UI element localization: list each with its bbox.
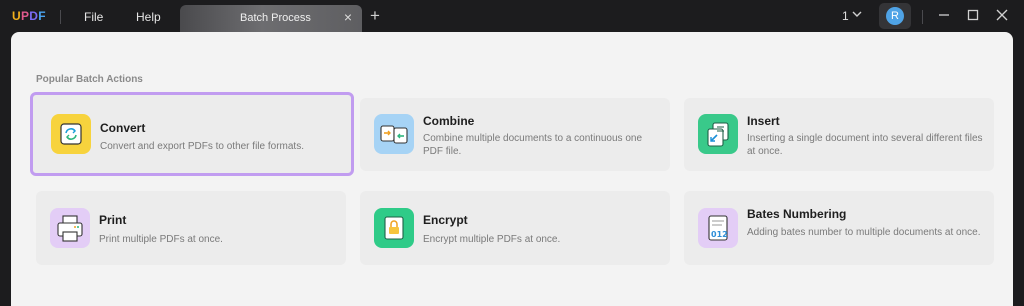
avatar: R [886, 7, 904, 25]
card-description: Print multiple PDFs at once. [99, 234, 223, 245]
maximize-icon[interactable] [966, 8, 980, 22]
convert-icon [51, 114, 91, 154]
divider [922, 10, 923, 24]
close-window-icon[interactable] [995, 8, 1009, 22]
card-title: Insert [747, 114, 780, 128]
combine-card[interactable]: Combine Combine multiple documents to a … [360, 98, 670, 171]
bates-numbering-icon: 012 [698, 208, 738, 248]
print-card[interactable]: Print Print multiple PDFs at once. [36, 191, 346, 265]
section-title: Popular Batch Actions [36, 74, 143, 85]
print-icon [50, 208, 90, 248]
card-title: Bates Numbering [747, 207, 847, 221]
page-number[interactable]: 1 [842, 9, 849, 23]
tab-label: Batch Process [240, 12, 311, 24]
menu-file[interactable]: File [84, 10, 103, 24]
close-tab-icon[interactable]: × [344, 10, 352, 24]
updf-logo[interactable]: UPDF [12, 9, 46, 23]
encrypt-card[interactable]: Encrypt Encrypt multiple PDFs at once. [360, 191, 670, 265]
svg-text:012: 012 [711, 230, 728, 239]
bates-numbering-card[interactable]: 012 Bates Numbering Adding bates number … [684, 191, 994, 265]
card-description: Convert and export PDFs to other file fo… [100, 141, 304, 152]
convert-card[interactable]: Convert Convert and export PDFs to other… [30, 92, 354, 176]
combine-icon [374, 114, 414, 154]
minimize-icon[interactable] [937, 8, 951, 22]
card-description: Combine multiple documents to a continuo… [423, 133, 643, 157]
card-description: Inserting a single document into several… [747, 133, 983, 157]
card-title: Combine [423, 114, 475, 128]
divider [60, 10, 61, 24]
card-description: Adding bates number to multiple document… [747, 227, 981, 238]
card-title: Convert [100, 121, 146, 135]
encrypt-icon [374, 208, 414, 248]
chevron-down-icon[interactable] [852, 10, 862, 18]
insert-card[interactable]: Insert Inserting a single document into … [684, 98, 994, 171]
card-description: Encrypt multiple PDFs at once. [423, 234, 561, 245]
card-title: Encrypt [423, 213, 468, 227]
new-tab-button[interactable]: + [370, 6, 380, 26]
title-bar: UPDF File Help Batch Process × + 1 R [0, 0, 1024, 32]
card-title: Print [99, 213, 127, 227]
insert-icon [698, 114, 738, 154]
tab-batch-process[interactable]: Batch Process × [180, 5, 362, 32]
account-button[interactable]: R [879, 3, 911, 29]
menu-help[interactable]: Help [136, 10, 161, 24]
